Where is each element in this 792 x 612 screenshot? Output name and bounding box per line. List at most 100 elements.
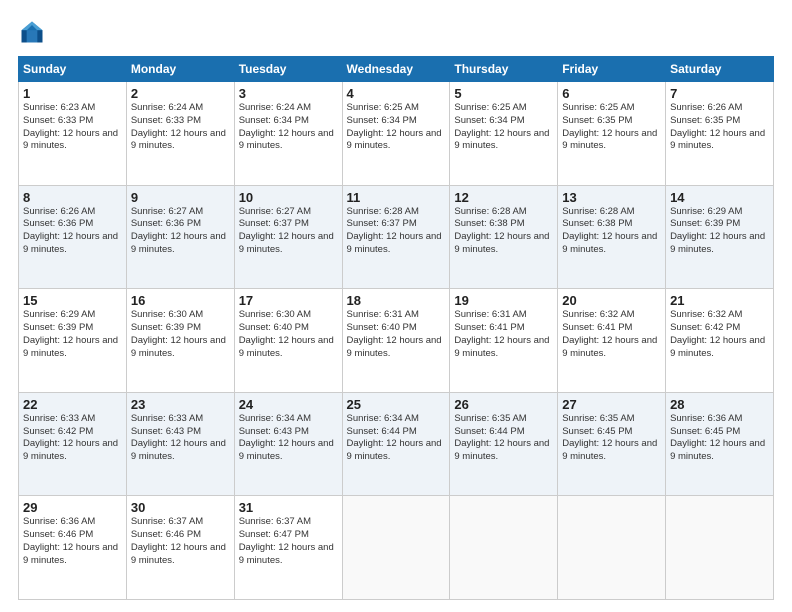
day-info: Sunrise: 6:30 AMSunset: 6:40 PMDaylight:… — [239, 309, 338, 360]
calendar-week-row: 29Sunrise: 6:36 AMSunset: 6:46 PMDayligh… — [19, 496, 774, 600]
day-header-friday: Friday — [558, 57, 666, 82]
day-info: Sunrise: 6:24 AMSunset: 6:34 PMDaylight:… — [239, 102, 338, 153]
day-number: 1 — [23, 86, 122, 101]
day-number: 28 — [670, 397, 769, 412]
day-info: Sunrise: 6:32 AMSunset: 6:42 PMDaylight:… — [670, 309, 769, 360]
calendar-cell: 6Sunrise: 6:25 AMSunset: 6:35 PMDaylight… — [558, 82, 666, 186]
calendar-cell: 22Sunrise: 6:33 AMSunset: 6:42 PMDayligh… — [19, 392, 127, 496]
day-info: Sunrise: 6:25 AMSunset: 6:34 PMDaylight:… — [454, 102, 553, 153]
calendar-cell: 23Sunrise: 6:33 AMSunset: 6:43 PMDayligh… — [126, 392, 234, 496]
day-info: Sunrise: 6:36 AMSunset: 6:46 PMDaylight:… — [23, 516, 122, 567]
day-number: 9 — [131, 190, 230, 205]
day-number: 13 — [562, 190, 661, 205]
day-info: Sunrise: 6:25 AMSunset: 6:34 PMDaylight:… — [347, 102, 446, 153]
day-number: 7 — [670, 86, 769, 101]
day-number: 4 — [347, 86, 446, 101]
calendar-cell: 10Sunrise: 6:27 AMSunset: 6:37 PMDayligh… — [234, 185, 342, 289]
day-info: Sunrise: 6:35 AMSunset: 6:45 PMDaylight:… — [562, 413, 661, 464]
calendar-week-row: 22Sunrise: 6:33 AMSunset: 6:42 PMDayligh… — [19, 392, 774, 496]
day-header-tuesday: Tuesday — [234, 57, 342, 82]
logo-icon — [18, 18, 46, 46]
day-info: Sunrise: 6:32 AMSunset: 6:41 PMDaylight:… — [562, 309, 661, 360]
day-number: 15 — [23, 293, 122, 308]
calendar-cell — [558, 496, 666, 600]
day-info: Sunrise: 6:36 AMSunset: 6:45 PMDaylight:… — [670, 413, 769, 464]
day-info: Sunrise: 6:26 AMSunset: 6:35 PMDaylight:… — [670, 102, 769, 153]
calendar-cell: 16Sunrise: 6:30 AMSunset: 6:39 PMDayligh… — [126, 289, 234, 393]
day-info: Sunrise: 6:31 AMSunset: 6:41 PMDaylight:… — [454, 309, 553, 360]
day-number: 26 — [454, 397, 553, 412]
calendar-header-row: SundayMondayTuesdayWednesdayThursdayFrid… — [19, 57, 774, 82]
day-info: Sunrise: 6:26 AMSunset: 6:36 PMDaylight:… — [23, 206, 122, 257]
day-info: Sunrise: 6:23 AMSunset: 6:33 PMDaylight:… — [23, 102, 122, 153]
day-number: 17 — [239, 293, 338, 308]
calendar-week-row: 1Sunrise: 6:23 AMSunset: 6:33 PMDaylight… — [19, 82, 774, 186]
calendar-cell: 15Sunrise: 6:29 AMSunset: 6:39 PMDayligh… — [19, 289, 127, 393]
day-info: Sunrise: 6:33 AMSunset: 6:42 PMDaylight:… — [23, 413, 122, 464]
day-header-monday: Monday — [126, 57, 234, 82]
day-number: 2 — [131, 86, 230, 101]
day-info: Sunrise: 6:27 AMSunset: 6:36 PMDaylight:… — [131, 206, 230, 257]
day-number: 25 — [347, 397, 446, 412]
calendar-week-row: 8Sunrise: 6:26 AMSunset: 6:36 PMDaylight… — [19, 185, 774, 289]
calendar: SundayMondayTuesdayWednesdayThursdayFrid… — [18, 56, 774, 600]
calendar-cell: 11Sunrise: 6:28 AMSunset: 6:37 PMDayligh… — [342, 185, 450, 289]
day-number: 22 — [23, 397, 122, 412]
day-info: Sunrise: 6:37 AMSunset: 6:46 PMDaylight:… — [131, 516, 230, 567]
day-number: 11 — [347, 190, 446, 205]
day-info: Sunrise: 6:31 AMSunset: 6:40 PMDaylight:… — [347, 309, 446, 360]
day-info: Sunrise: 6:27 AMSunset: 6:37 PMDaylight:… — [239, 206, 338, 257]
day-number: 27 — [562, 397, 661, 412]
calendar-cell: 27Sunrise: 6:35 AMSunset: 6:45 PMDayligh… — [558, 392, 666, 496]
day-number: 31 — [239, 500, 338, 515]
day-info: Sunrise: 6:34 AMSunset: 6:43 PMDaylight:… — [239, 413, 338, 464]
day-number: 14 — [670, 190, 769, 205]
calendar-cell: 12Sunrise: 6:28 AMSunset: 6:38 PMDayligh… — [450, 185, 558, 289]
calendar-cell: 8Sunrise: 6:26 AMSunset: 6:36 PMDaylight… — [19, 185, 127, 289]
day-info: Sunrise: 6:29 AMSunset: 6:39 PMDaylight:… — [23, 309, 122, 360]
day-number: 20 — [562, 293, 661, 308]
day-header-sunday: Sunday — [19, 57, 127, 82]
calendar-cell: 4Sunrise: 6:25 AMSunset: 6:34 PMDaylight… — [342, 82, 450, 186]
day-info: Sunrise: 6:34 AMSunset: 6:44 PMDaylight:… — [347, 413, 446, 464]
calendar-cell: 25Sunrise: 6:34 AMSunset: 6:44 PMDayligh… — [342, 392, 450, 496]
calendar-cell: 1Sunrise: 6:23 AMSunset: 6:33 PMDaylight… — [19, 82, 127, 186]
day-number: 8 — [23, 190, 122, 205]
day-number: 19 — [454, 293, 553, 308]
day-info: Sunrise: 6:29 AMSunset: 6:39 PMDaylight:… — [670, 206, 769, 257]
day-info: Sunrise: 6:28 AMSunset: 6:37 PMDaylight:… — [347, 206, 446, 257]
calendar-cell: 20Sunrise: 6:32 AMSunset: 6:41 PMDayligh… — [558, 289, 666, 393]
calendar-cell: 14Sunrise: 6:29 AMSunset: 6:39 PMDayligh… — [666, 185, 774, 289]
day-number: 29 — [23, 500, 122, 515]
page: SundayMondayTuesdayWednesdayThursdayFrid… — [0, 0, 792, 612]
day-info: Sunrise: 6:37 AMSunset: 6:47 PMDaylight:… — [239, 516, 338, 567]
calendar-cell: 31Sunrise: 6:37 AMSunset: 6:47 PMDayligh… — [234, 496, 342, 600]
calendar-cell: 2Sunrise: 6:24 AMSunset: 6:33 PMDaylight… — [126, 82, 234, 186]
day-info: Sunrise: 6:28 AMSunset: 6:38 PMDaylight:… — [562, 206, 661, 257]
calendar-cell: 30Sunrise: 6:37 AMSunset: 6:46 PMDayligh… — [126, 496, 234, 600]
day-header-thursday: Thursday — [450, 57, 558, 82]
day-number: 6 — [562, 86, 661, 101]
day-info: Sunrise: 6:25 AMSunset: 6:35 PMDaylight:… — [562, 102, 661, 153]
calendar-cell: 28Sunrise: 6:36 AMSunset: 6:45 PMDayligh… — [666, 392, 774, 496]
day-number: 5 — [454, 86, 553, 101]
logo — [18, 18, 50, 46]
calendar-cell: 5Sunrise: 6:25 AMSunset: 6:34 PMDaylight… — [450, 82, 558, 186]
day-number: 16 — [131, 293, 230, 308]
calendar-cell: 13Sunrise: 6:28 AMSunset: 6:38 PMDayligh… — [558, 185, 666, 289]
calendar-cell: 3Sunrise: 6:24 AMSunset: 6:34 PMDaylight… — [234, 82, 342, 186]
day-info: Sunrise: 6:28 AMSunset: 6:38 PMDaylight:… — [454, 206, 553, 257]
day-number: 21 — [670, 293, 769, 308]
calendar-cell: 7Sunrise: 6:26 AMSunset: 6:35 PMDaylight… — [666, 82, 774, 186]
day-number: 12 — [454, 190, 553, 205]
calendar-cell — [666, 496, 774, 600]
day-number: 18 — [347, 293, 446, 308]
calendar-cell: 24Sunrise: 6:34 AMSunset: 6:43 PMDayligh… — [234, 392, 342, 496]
calendar-cell: 29Sunrise: 6:36 AMSunset: 6:46 PMDayligh… — [19, 496, 127, 600]
day-info: Sunrise: 6:30 AMSunset: 6:39 PMDaylight:… — [131, 309, 230, 360]
calendar-cell: 18Sunrise: 6:31 AMSunset: 6:40 PMDayligh… — [342, 289, 450, 393]
day-header-wednesday: Wednesday — [342, 57, 450, 82]
day-info: Sunrise: 6:35 AMSunset: 6:44 PMDaylight:… — [454, 413, 553, 464]
calendar-cell: 19Sunrise: 6:31 AMSunset: 6:41 PMDayligh… — [450, 289, 558, 393]
day-number: 23 — [131, 397, 230, 412]
